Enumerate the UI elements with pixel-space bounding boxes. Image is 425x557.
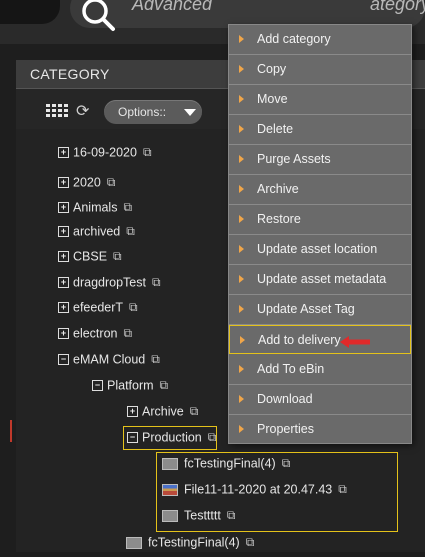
open-window-icon[interactable]: ⧉ [126, 224, 135, 239]
refresh-icon[interactable]: ⟳ [76, 103, 94, 121]
menu-arrow-icon [239, 215, 244, 223]
menu-item-update-asset-location[interactable]: Update asset location [229, 235, 411, 265]
menu-item-purge-assets[interactable]: Purge Assets [229, 145, 411, 175]
menu-item-properties[interactable]: Properties [229, 415, 411, 444]
tree-item-emam-cloud[interactable]: − eMAM Cloud ⧉ [58, 352, 160, 374]
tree-item-label: CBSE [73, 249, 108, 264]
menu-item-restore[interactable]: Restore [229, 205, 411, 235]
menu-item-download[interactable]: Download [229, 385, 411, 415]
tree-item-electron[interactable]: + electron ⧉ [58, 326, 132, 348]
expand-toggle-icon[interactable]: + [58, 202, 69, 214]
expand-toggle-icon[interactable]: + [58, 328, 69, 340]
menu-arrow-icon [239, 125, 244, 133]
menu-arrow-icon [240, 336, 245, 344]
expand-toggle-icon[interactable]: + [58, 177, 69, 189]
tree-item-label: electron [73, 326, 118, 341]
menu-arrow-icon [239, 155, 244, 163]
expand-toggle-icon[interactable]: + [58, 302, 69, 314]
context-menu: Add category Copy Move Delete Purge Asse… [228, 24, 412, 444]
assets-highlight [156, 452, 398, 532]
top-left-panel [0, 0, 60, 24]
menu-arrow-icon [239, 65, 244, 73]
production-highlight [123, 426, 217, 450]
menu-arrow-icon [239, 365, 244, 373]
video-thumbnail-icon [126, 536, 142, 549]
menu-item-copy[interactable]: Copy [229, 55, 411, 85]
collapse-toggle-icon[interactable]: − [92, 380, 103, 392]
open-window-icon[interactable]: ⧉ [107, 175, 116, 190]
expand-toggle-icon[interactable]: + [58, 251, 69, 263]
tree-item-label: eMAM Cloud [73, 352, 146, 367]
open-window-icon[interactable]: ⧉ [190, 404, 199, 419]
open-window-icon[interactable]: ⧉ [160, 378, 169, 393]
tree-item-label: Platform [107, 378, 154, 393]
menu-item-update-asset-tag[interactable]: Update Asset Tag [229, 295, 411, 325]
tree-item-label: 2020 [73, 175, 101, 190]
search-placeholder-end: ategory/ [370, 0, 425, 14]
tree-item-animals[interactable]: + Animals ⧉ [58, 200, 132, 222]
tree-item-label: Archive [142, 404, 184, 419]
options-dropdown[interactable]: Options:: [104, 100, 202, 124]
menu-arrow-icon [239, 95, 244, 103]
chevron-down-icon [184, 109, 196, 116]
search-placeholder-start: Advanced [132, 0, 213, 14]
search-icon[interactable] [78, 0, 118, 36]
options-dropdown-label: Options:: [118, 105, 167, 119]
open-window-icon[interactable]: ⧉ [246, 535, 255, 550]
menu-item-add-to-ebin[interactable]: Add To eBin [229, 355, 411, 385]
asset-row[interactable]: fcTestingFinal(4) ⧉ [126, 535, 254, 557]
menu-item-archive[interactable]: Archive [229, 175, 411, 205]
grid-view-icon[interactable] [46, 104, 68, 120]
tree-item-dragdroptest[interactable]: + dragdropTest ⧉ [58, 275, 161, 297]
tree-item-16-09-2020[interactable]: +16-09-2020 ⧉ [58, 145, 152, 167]
tree-item-label: Animals [73, 200, 118, 215]
tree-item-label: 16-09-2020 [73, 145, 137, 160]
expand-toggle-icon[interactable]: + [58, 277, 69, 289]
menu-arrow-icon [239, 395, 244, 403]
open-window-icon[interactable]: ⧉ [143, 145, 152, 160]
menu-arrow-icon [239, 185, 244, 193]
tree-item-cbse[interactable]: + CBSE ⧉ [58, 249, 122, 271]
menu-item-move[interactable]: Move [229, 85, 411, 115]
menu-arrow-icon [239, 425, 244, 433]
panel-title: CATEGORY [30, 66, 110, 82]
tree-item-label: efeederT [73, 300, 124, 315]
menu-item-update-asset-metadata[interactable]: Update asset metadata [229, 265, 411, 295]
expand-toggle-icon[interactable]: + [58, 147, 69, 159]
open-window-icon[interactable]: ⧉ [152, 275, 161, 290]
selection-accent [10, 420, 12, 442]
open-window-icon[interactable]: ⧉ [129, 300, 138, 315]
red-pointer-arrow-icon [340, 335, 370, 348]
asset-name: fcTestingFinal(4) [148, 535, 240, 550]
menu-arrow-icon [239, 245, 244, 253]
open-window-icon[interactable]: ⧉ [123, 200, 132, 215]
tree-item-archive[interactable]: + Archive ⧉ [127, 404, 198, 426]
menu-arrow-icon [239, 275, 244, 283]
expand-toggle-icon[interactable]: + [58, 226, 69, 238]
collapse-toggle-icon[interactable]: − [58, 354, 69, 366]
menu-arrow-icon [239, 35, 244, 43]
menu-item-add-category[interactable]: Add category [229, 25, 411, 55]
tree-item-label: dragdropTest [73, 275, 146, 290]
open-window-icon[interactable]: ⧉ [113, 249, 122, 264]
tree-item-efeedert[interactable]: + efeederT ⧉ [58, 300, 138, 322]
menu-item-delete[interactable]: Delete [229, 115, 411, 145]
tree-item-archived[interactable]: + archived ⧉ [58, 224, 135, 246]
tree-item-2020[interactable]: +2020 ⧉ [58, 175, 115, 197]
open-window-icon[interactable]: ⧉ [151, 352, 160, 367]
expand-toggle-icon[interactable]: + [127, 406, 138, 418]
menu-arrow-icon [239, 305, 244, 313]
menu-item-add-to-delivery[interactable]: Add to delivery [229, 325, 411, 354]
tree-item-platform[interactable]: − Platform ⧉ [92, 378, 168, 400]
open-window-icon[interactable]: ⧉ [123, 326, 132, 341]
tree-item-label: archived [73, 224, 121, 239]
